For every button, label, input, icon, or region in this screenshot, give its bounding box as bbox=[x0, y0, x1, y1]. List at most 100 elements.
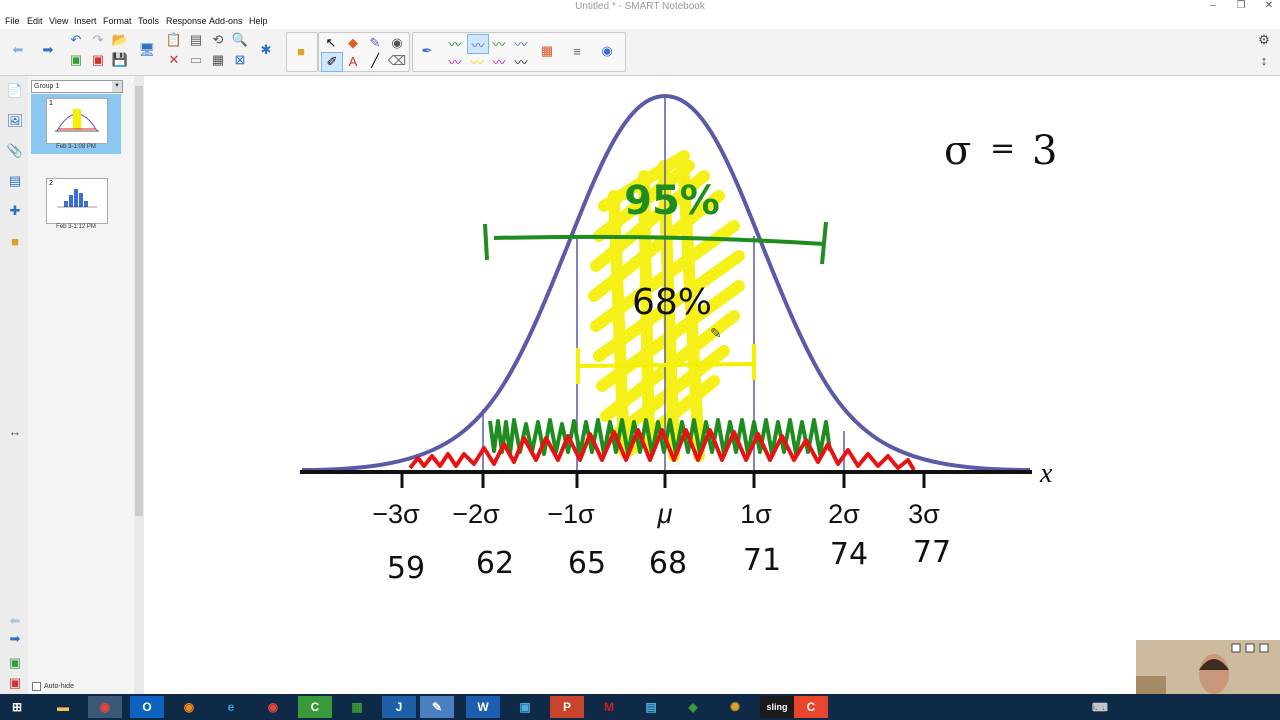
delete-page-icon[interactable]: ▣ bbox=[88, 51, 108, 69]
magic-pen-icon[interactable]: ✎ bbox=[365, 34, 385, 52]
menu-edit[interactable]: Edit bbox=[27, 16, 43, 26]
settings-gear-icon[interactable]: ⚙ bbox=[1254, 31, 1274, 49]
side-tabs: 📄 🖼 📎 ▤ ✚ ■ ↔ ⬅ ➡ ▣ ▣ bbox=[0, 76, 29, 694]
pens-icon[interactable]: ✐ bbox=[321, 52, 343, 72]
pen-blue2-icon[interactable]: 〰 bbox=[511, 34, 531, 52]
close-icon[interactable]: ✕ bbox=[1262, 0, 1276, 11]
lesson-tab-icon[interactable]: ■ bbox=[6, 232, 24, 250]
screen-icon[interactable]: ▣ bbox=[508, 696, 542, 718]
pen-green-icon[interactable]: 〰 bbox=[445, 34, 465, 52]
add-page-side-icon[interactable]: ▣ bbox=[6, 654, 24, 672]
ie-icon[interactable]: e bbox=[214, 696, 248, 718]
pen-magenta2-icon[interactable]: 〰 bbox=[489, 52, 509, 70]
properties-icon[interactable]: ▤ bbox=[6, 172, 24, 190]
menu-view[interactable]: View bbox=[49, 16, 68, 26]
shapes-icon[interactable]: ◆ bbox=[343, 34, 363, 52]
menu-format[interactable]: Format bbox=[103, 16, 132, 26]
attachments-icon[interactable]: 📎 bbox=[6, 142, 24, 160]
camtasia-recorder-icon[interactable]: C bbox=[794, 696, 828, 718]
prev-page-icon[interactable]: ⬅ bbox=[6, 612, 24, 630]
sling-icon[interactable]: sling bbox=[760, 696, 794, 718]
paste-icon[interactable]: 📋 bbox=[164, 31, 184, 49]
sorter-scrollbar[interactable] bbox=[134, 76, 144, 694]
transparency-icon[interactable]: ◉ bbox=[597, 42, 617, 60]
zoom-icon[interactable]: 🔍 bbox=[230, 31, 250, 49]
thumbnail-1-preview bbox=[55, 109, 99, 132]
fill-icon[interactable]: ◉ bbox=[387, 34, 407, 52]
camtasia-icon[interactable]: C bbox=[298, 696, 332, 718]
keyboard-icon[interactable]: ⌨ bbox=[1090, 696, 1110, 718]
add-page-icon[interactable]: ▣ bbox=[66, 51, 86, 69]
maximize-icon[interactable]: ❐ bbox=[1234, 0, 1248, 11]
text-icon[interactable]: A bbox=[343, 52, 363, 70]
value-71: 71 bbox=[743, 543, 781, 578]
tick-label-3sigma: 3σ bbox=[908, 499, 940, 529]
firefox-icon[interactable]: ◉ bbox=[172, 696, 206, 718]
pen-type-icon[interactable]: ✒ bbox=[417, 42, 437, 60]
chevron-down-icon[interactable]: ▼ bbox=[112, 81, 122, 92]
save-icon[interactable]: 💾 bbox=[110, 51, 130, 69]
jet-icon[interactable]: J bbox=[382, 696, 416, 718]
remote-icon[interactable]: ▤ bbox=[634, 696, 668, 718]
chrome-icon[interactable]: ◉ bbox=[88, 696, 122, 718]
chrome2-icon[interactable]: ◉ bbox=[256, 696, 290, 718]
minimize-icon[interactable]: – bbox=[1206, 0, 1220, 11]
start-icon[interactable]: ⊞ bbox=[0, 696, 34, 718]
value-74: 74 bbox=[830, 537, 868, 572]
open-icon[interactable]: 📂 bbox=[110, 31, 130, 49]
window-title: Untitled * - SMART Notebook bbox=[575, 1, 705, 12]
evernote-icon[interactable]: ◆ bbox=[676, 696, 710, 718]
word-icon[interactable]: W bbox=[466, 696, 500, 718]
normal-distribution-drawing: x −3σ −2σ −1σ μ 1σ 2σ 3σ 59 62 65 68 71 … bbox=[300, 93, 1057, 586]
lesson-activity-icon[interactable]: ■ bbox=[291, 42, 311, 60]
page-thumbnail-2[interactable]: 2 Feb 3-1:12 PM bbox=[31, 174, 121, 234]
display-icon[interactable]: 🖥 bbox=[137, 41, 157, 59]
next-page-icon[interactable]: ➡ bbox=[6, 630, 24, 648]
rotate-icon[interactable]: ⟲ bbox=[208, 31, 228, 49]
delete-icon[interactable]: ✕ bbox=[164, 51, 184, 69]
menu-file[interactable]: File bbox=[5, 16, 20, 26]
file-explorer-icon[interactable]: ▬ bbox=[46, 696, 80, 718]
mendeley-icon[interactable]: M bbox=[592, 696, 626, 718]
capture-icon[interactable]: ▭ bbox=[186, 51, 206, 69]
menu-response[interactable]: Response bbox=[166, 16, 207, 26]
group-select[interactable]: Group 1 ▼ bbox=[31, 80, 123, 93]
powerpoint-icon[interactable]: P bbox=[550, 696, 584, 718]
spreadsheet-icon[interactable]: ▦ bbox=[340, 696, 374, 718]
addons-icon[interactable]: ✚ bbox=[6, 202, 24, 220]
menu-insert[interactable]: Insert bbox=[74, 16, 97, 26]
select-icon[interactable]: ↖ bbox=[321, 34, 341, 52]
full-screen-icon[interactable]: ⊠ bbox=[230, 51, 250, 69]
line-style-icon[interactable]: ≡ bbox=[567, 42, 587, 60]
pen-yellow-icon[interactable]: 〰 bbox=[467, 52, 487, 70]
table-icon[interactable]: ▦ bbox=[208, 51, 228, 69]
menu-addons[interactable]: Add-ons bbox=[209, 16, 243, 26]
resize-icon[interactable]: ↔ bbox=[6, 422, 24, 440]
redo-icon[interactable]: ↷ bbox=[88, 31, 108, 49]
undo-icon[interactable]: ↶ bbox=[66, 31, 86, 49]
checkbox-icon[interactable] bbox=[32, 682, 41, 691]
pen-magenta-icon[interactable]: 〰 bbox=[445, 52, 465, 70]
pen-green2-icon[interactable]: 〰 bbox=[489, 34, 509, 52]
gallery-icon[interactable]: ✱ bbox=[256, 41, 276, 59]
toolbar-move-icon[interactable]: ↕ bbox=[1254, 51, 1274, 69]
autohide-checkbox[interactable]: Auto-hide bbox=[32, 682, 74, 691]
page-sorter-icon[interactable]: 📄 bbox=[6, 82, 24, 100]
menu-tools[interactable]: Tools bbox=[138, 16, 159, 26]
line-icon[interactable]: ╱ bbox=[365, 52, 385, 70]
whiteboard-canvas[interactable]: x −3σ −2σ −1σ μ 1σ 2σ 3σ 59 62 65 68 71 … bbox=[144, 76, 1280, 694]
pen-black-icon[interactable]: 〰 bbox=[511, 52, 531, 70]
notebook-icon[interactable]: ✎ bbox=[420, 696, 454, 718]
eraser-icon[interactable]: ⌫ bbox=[387, 52, 407, 70]
forward-arrow-icon[interactable]: ➡ bbox=[38, 41, 58, 59]
tick-label-1sigma: 1σ bbox=[740, 499, 772, 529]
page-thumbnail-1[interactable]: 1 Feb 3-1:08 PM bbox=[31, 94, 121, 154]
colorful-icon[interactable]: ✺ bbox=[718, 696, 752, 718]
gallery-tab-icon[interactable]: 🖼 bbox=[6, 112, 24, 130]
back-arrow-icon[interactable]: ⬅ bbox=[8, 41, 28, 59]
delete-page-side-icon[interactable]: ▣ bbox=[6, 674, 24, 692]
screen-shade-icon[interactable]: ▤ bbox=[186, 31, 206, 49]
outlook-icon[interactable]: O bbox=[130, 696, 164, 718]
color-palette-icon[interactable]: ▦ bbox=[537, 42, 557, 60]
menu-help[interactable]: Help bbox=[249, 16, 268, 26]
